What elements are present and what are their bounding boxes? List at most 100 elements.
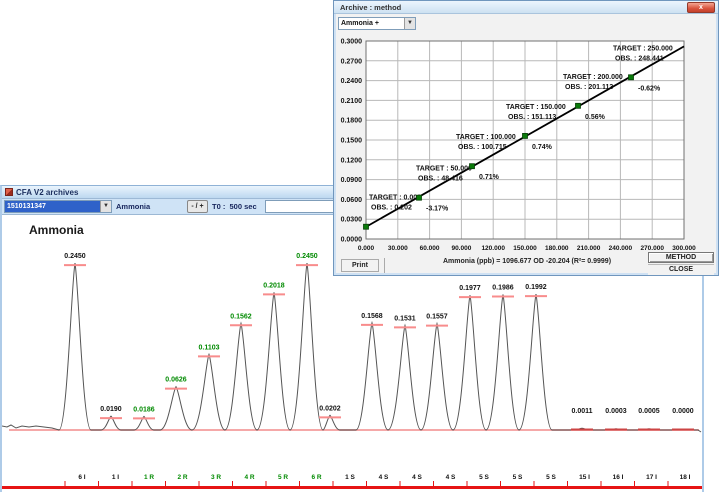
time-axis-line [2,486,702,489]
calibration-point [364,224,369,229]
peak-label: 0.0011 [571,408,592,415]
time-axis-label: 1 I [112,474,119,481]
time-axis-label: 1 S [345,474,355,481]
target-label: TARGET : 200.000 [563,74,623,81]
obs-label: OBS. : 151.113 [508,114,556,121]
window-title: CFA V2 archives [16,188,78,197]
method-button[interactable]: METHOD [648,252,714,263]
close-icon[interactable]: x [687,2,715,13]
peak-label: 0.0186 [133,406,155,413]
peak-label: 0.0626 [165,377,187,384]
peak-label: 0.0005 [638,408,660,415]
app-icon [5,188,13,196]
y-axis-label: 0.1200 [341,157,363,164]
calibration-plot: 0.3000 0.2700 0.2400 0.2100 0.1800 0.1500 0.12… [334,31,720,257]
time-axis-label: 15 I [579,474,590,481]
time-axis-label: 6 R [311,474,321,481]
method-select-value: Ammonia + [339,18,404,29]
time-axis-label: 5 S [479,474,489,481]
print-button[interactable]: Print [341,259,379,272]
peak-label: 0.0190 [100,406,122,413]
peak-label: 0.1103 [198,344,219,351]
obs-label: OBS. : 48.416 [418,176,463,183]
x-axis-label: 180.000 [545,245,569,252]
deviation-label: 0.71% [479,174,500,181]
x-axis-label: 240.000 [609,245,633,252]
time-axis-label: 17 I [646,474,657,481]
y-axis-label: 0.0300 [341,217,363,224]
time-axis-label: 18 I [680,474,691,481]
x-axis-label: 270.000 [640,245,664,252]
time-axis-label: 6 I [78,474,85,481]
time-axis-label: 3 R [211,474,221,481]
time-axis-label: 4 S [379,474,389,481]
target-label: TARGET : 0.000 [369,195,421,202]
x-axis-label: 120.000 [481,245,505,252]
deviation-label: -0.62% [638,85,661,92]
time-axis-label: 5 S [513,474,523,481]
x-axis-label: 90.000 [451,245,471,252]
obs-label: OBS. : 248.441 [615,55,664,62]
peak-label: 0.1557 [426,314,448,321]
y-axis-label: 0.0900 [341,177,363,184]
target-label: TARGET : 100.000 [456,134,516,141]
time-axis-label: 4 R [244,474,254,481]
x-axis-label: 150.000 [513,245,537,252]
time-axis-label: 1 R [144,474,154,481]
t0-label: T0 : 500 sec [212,202,257,211]
archive-select-value: 1510131347 [5,201,100,212]
method-select[interactable]: Ammonia + ▼ [338,17,416,30]
y-axis-label: 0.3000 [341,39,363,46]
dialog-titlebar[interactable]: Archive : method [334,1,718,14]
x-axis-label: 210.000 [577,245,601,252]
y-axis-label: 0.1800 [341,118,363,125]
y-axis-label: 0.2100 [341,98,363,105]
peak-label: 0.1568 [361,313,383,320]
screen: CFA V2 archives 1510131347 ▼ Ammonia - /… [0,0,720,492]
dialog-title: Archive : method [340,3,401,12]
time-axis-label: 2 R [177,474,187,481]
obs-label: OBS. : 0.202 [371,205,412,212]
calibration-equation: Ammonia (ppb) = 1096.677 OD -20.204 (R²=… [389,258,665,265]
target-label: TARGET : 50.000 [416,166,472,173]
deviation-label: -3.17% [426,206,449,213]
time-axis-label: 16 I [613,474,624,481]
archive-select[interactable]: 1510131347 ▼ [4,200,112,213]
close-button[interactable]: CLOSE [648,264,714,275]
peak-label: 0.0003 [605,408,627,415]
statusbar-divider [384,258,385,273]
peak-label: 0.2450 [64,253,86,260]
channel-label: Ammonia [116,202,150,211]
x-axis-label: 30.000 [388,245,408,252]
peak-label: 0.1977 [459,285,481,292]
peak-label: 0.1986 [492,285,514,292]
y-axis-label: 0.2400 [341,78,363,85]
x-axis-label: 0.000 [358,245,375,252]
peak-label: 0.2018 [263,282,285,289]
toolbar-input[interactable] [265,200,335,213]
peak-label: 0.1992 [525,284,547,291]
y-axis-label: 0.2700 [341,58,363,65]
chevron-down-icon[interactable]: ▼ [100,201,111,212]
y-axis-label: 0.0000 [341,237,363,244]
time-axis-label: 4 S [412,474,422,481]
y-axis-label: 0.1500 [341,138,363,145]
calibration-point [523,133,528,138]
peak-label: 0.2450 [296,253,318,260]
time-axis-label: 4 S [446,474,456,481]
obs-label: OBS. : 201.113 [565,84,613,91]
x-axis-label: 60.000 [420,245,440,252]
y-axis-label: 0.0600 [341,197,363,204]
calibration-point [576,103,581,108]
scale-toggle-button[interactable]: - / + [187,200,208,213]
target-label: TARGET : 150.000 [506,104,566,111]
peak-label: 0.1562 [230,313,252,320]
peak-label: 0.1531 [394,315,416,322]
calibration-point [470,164,475,169]
chevron-down-icon[interactable]: ▼ [404,18,415,29]
target-label: TARGET : 250.000 [613,45,673,52]
archive-method-dialog: Archive : method x Ammonia + ▼ 0.3000 0.2… [333,0,719,276]
calibration-point [629,75,634,80]
time-axis-label: 5 S [546,474,556,481]
time-axis-label: 5 R [278,474,288,481]
